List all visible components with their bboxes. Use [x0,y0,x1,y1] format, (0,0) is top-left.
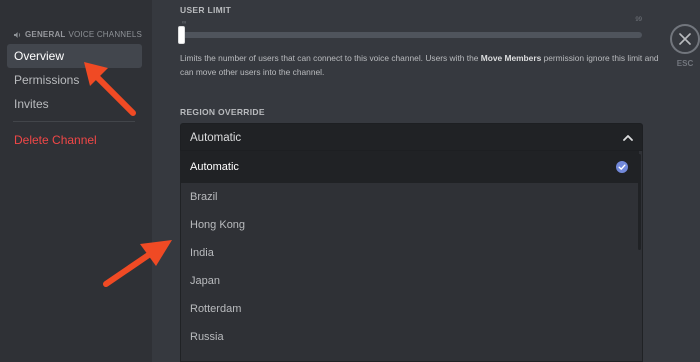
region-select[interactable]: Automatic [180,123,643,151]
region-dropdown: Automatic Brazil Hong Kong India Japan R… [180,151,643,362]
check-icon [616,161,628,173]
region-option-automatic[interactable]: Automatic [181,151,639,183]
region-select-value: Automatic [190,132,242,144]
sidebar-item-label: Permissions [14,73,80,87]
channel-name: GENERAL [25,30,66,39]
region-option-hong-kong[interactable]: Hong Kong [181,211,639,239]
user-limit-help: Limits the number of users that can conn… [180,51,660,79]
sidebar-divider [13,121,135,122]
sidebar-item-label: Overview [14,49,65,63]
settings-sidebar: GENERAL VOICE CHANNELS Overview Permissi… [0,0,152,362]
region-option-label: Japan [190,275,220,287]
region-option-japan[interactable]: Japan [181,267,639,295]
help-text-start: Limits the number of users that can conn… [180,53,481,63]
region-option-label: Hong Kong [190,219,246,231]
region-option-india[interactable]: India [181,239,639,267]
region-option-label: India [190,247,214,259]
region-option-label: Russia [190,331,224,343]
sidebar-item-label: Invites [14,97,49,111]
region-option-label: Rotterdam [190,303,242,315]
region-option-label: Brazil [190,191,218,203]
region-option-label: Automatic [190,161,239,173]
sidebar-item-invites[interactable]: Invites [7,92,142,116]
close-icon [679,33,691,45]
region-option-brazil[interactable]: Brazil [181,183,639,211]
user-limit-label: USER LIMIT [180,5,232,15]
region-option-russia[interactable]: Russia [181,323,639,351]
slider-max-tick: 99 [635,17,642,23]
close-button[interactable]: ESC [667,24,700,68]
delete-channel-label: Delete Channel [14,133,97,147]
sidebar-item-permissions[interactable]: Permissions [7,68,142,92]
user-limit-slider[interactable]: ∞ 99 [178,17,642,46]
delete-channel-button[interactable]: Delete Channel [7,128,142,152]
help-text-bold: Move Members [480,53,542,63]
region-option-rotterdam[interactable]: Rotterdam [181,295,639,323]
sidebar-item-overview[interactable]: Overview [7,44,142,68]
close-circle[interactable] [670,24,700,54]
main-content: USER LIMIT ∞ 99 Limits the number of use… [152,0,700,362]
slider-track[interactable] [180,32,642,38]
esc-label: ESC [676,59,694,68]
speaker-icon [14,31,21,38]
dropdown-scrollbar[interactable] [638,154,641,250]
chevron-up-icon [623,135,633,141]
region-override-label: REGION OVERRIDE [180,107,265,117]
channel-header: GENERAL VOICE CHANNELS [14,30,142,39]
slider-handle[interactable] [178,26,185,44]
channel-type: VOICE CHANNELS [68,30,142,39]
